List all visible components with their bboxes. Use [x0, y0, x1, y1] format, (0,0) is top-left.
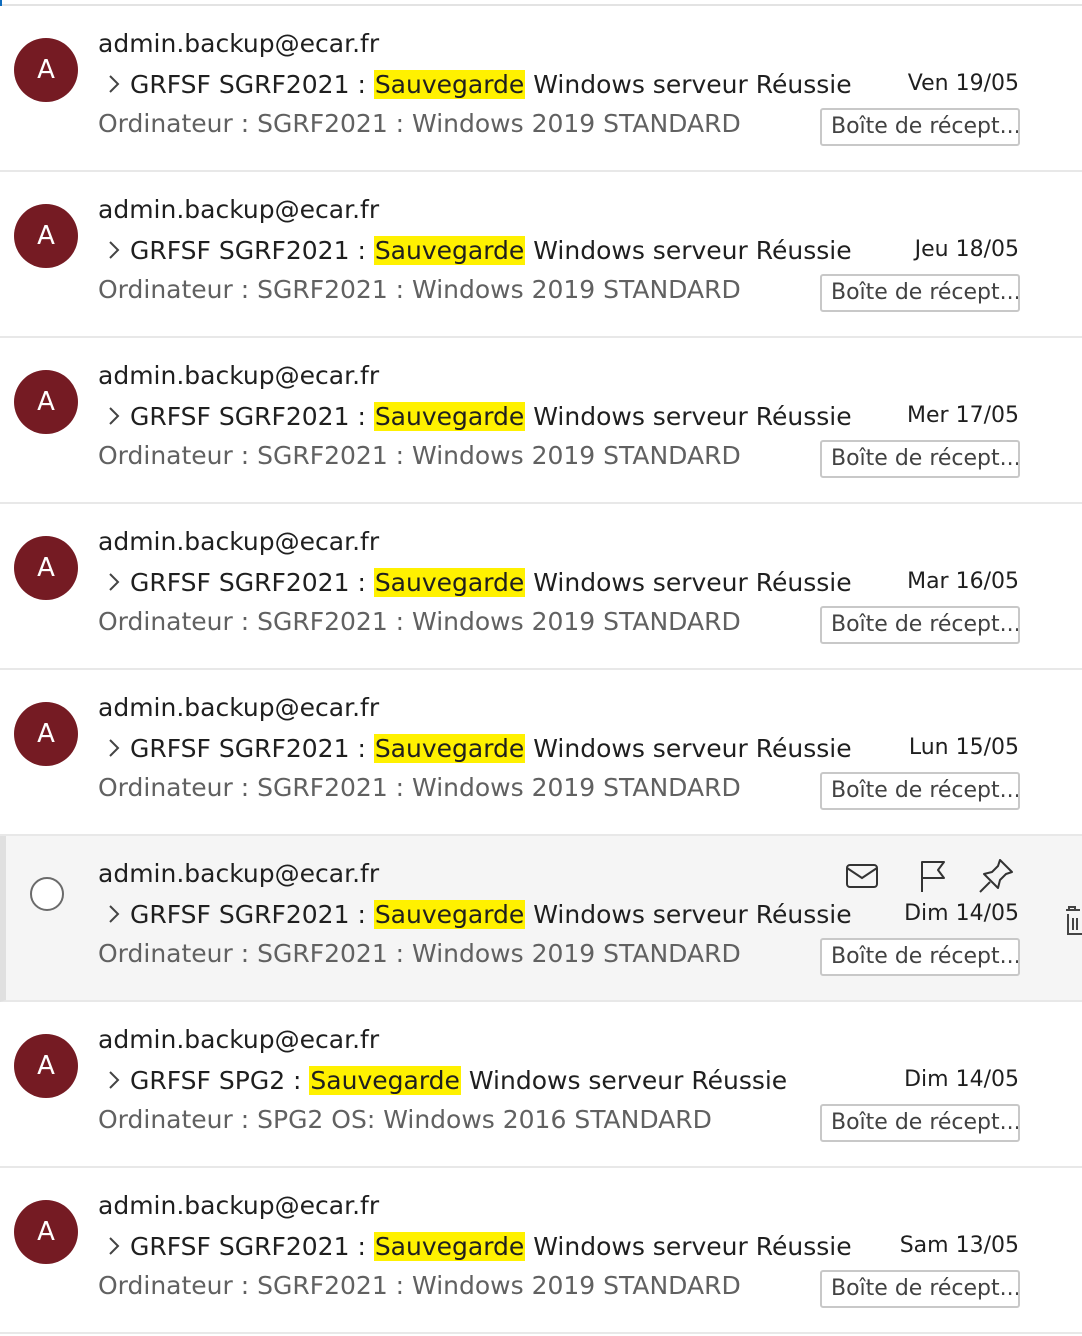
- subject-prefix: GRFSF SGRF2021 :: [130, 567, 374, 597]
- message-row[interactable]: A admin.backup@ecar.fr GRFSF SGRF2021 : …: [0, 172, 1082, 338]
- search-highlight: Sauvegarde: [373, 69, 526, 99]
- message-row[interactable]: A admin.backup@ecar.fr GRFSF SGRF2021 : …: [0, 1168, 1082, 1334]
- message-row[interactable]: A admin.backup@ecar.fr GRFSF SGRF2021 : …: [0, 670, 1082, 836]
- subject-suffix: Windows serveur Réussie: [525, 235, 852, 265]
- message-list: A admin.backup@ecar.fr GRFSF SGRF2021 : …: [0, 6, 1082, 1334]
- trash-icon[interactable]: [1060, 900, 1082, 940]
- folder-tag[interactable]: Boîte de récept...: [820, 1270, 1020, 1308]
- sender-name: admin.backup@ecar.fr: [98, 361, 380, 390]
- sender-avatar[interactable]: A: [14, 370, 78, 434]
- search-highlight: Sauvegarde: [373, 733, 526, 763]
- message-row[interactable]: A admin.backup@ecar.fr GRFSF SGRF2021 : …: [0, 338, 1082, 504]
- chevron-right-icon[interactable]: [104, 564, 124, 600]
- search-highlight: Sauvegarde: [373, 401, 526, 431]
- received-date: Lun 15/05: [908, 735, 1019, 760]
- folder-tag[interactable]: Boîte de récept...: [820, 1104, 1020, 1142]
- sender-avatar[interactable]: A: [14, 38, 78, 102]
- subject-line: GRFSF SGRF2021 : Sauvegarde Windows serv…: [104, 232, 852, 268]
- sender-name: admin.backup@ecar.fr: [98, 1025, 380, 1054]
- chevron-right-icon[interactable]: [104, 1062, 124, 1098]
- received-date: Dim 14/05: [904, 1067, 1019, 1092]
- message-row-hovered[interactable]: admin.backup@ecar.fr GRFSF SGRF2021 : Sa…: [0, 836, 1082, 1002]
- search-highlight: Sauvegarde: [373, 235, 526, 265]
- chevron-right-icon[interactable]: [104, 232, 124, 268]
- mail-icon[interactable]: [842, 856, 882, 896]
- message-preview: Ordinateur : SGRF2021 : Windows 2019 STA…: [98, 275, 741, 304]
- message-preview: Ordinateur : SGRF2021 : Windows 2019 STA…: [98, 109, 741, 138]
- received-date: Mer 17/05: [907, 403, 1019, 428]
- sender-avatar[interactable]: A: [14, 536, 78, 600]
- chevron-right-icon[interactable]: [104, 66, 124, 102]
- sender-name: admin.backup@ecar.fr: [98, 693, 380, 722]
- message-preview: Ordinateur : SGRF2021 : Windows 2019 STA…: [98, 1271, 741, 1300]
- message-preview: Ordinateur : SGRF2021 : Windows 2019 STA…: [98, 939, 741, 968]
- subject-line: GRFSF SGRF2021 : Sauvegarde Windows serv…: [104, 398, 852, 434]
- chevron-right-icon[interactable]: [104, 1228, 124, 1264]
- search-highlight: Sauvegarde: [373, 899, 526, 929]
- folder-tag[interactable]: Boîte de récept...: [820, 440, 1020, 478]
- select-checkbox[interactable]: [30, 877, 64, 911]
- sender-avatar[interactable]: A: [14, 1200, 78, 1264]
- received-date: Jeu 18/05: [914, 237, 1019, 262]
- subject-suffix: Windows serveur Réussie: [525, 69, 852, 99]
- folder-tag[interactable]: Boîte de récept...: [820, 606, 1020, 644]
- message-preview: Ordinateur : SGRF2021 : Windows 2019 STA…: [98, 607, 741, 636]
- chevron-right-icon[interactable]: [104, 896, 124, 932]
- folder-tag[interactable]: Boîte de récept...: [820, 938, 1020, 976]
- folder-tag[interactable]: Boîte de récept...: [820, 772, 1020, 810]
- subject-line: GRFSF SGRF2021 : Sauvegarde Windows serv…: [104, 564, 852, 600]
- sender-name: admin.backup@ecar.fr: [98, 195, 380, 224]
- hover-action-bar: [842, 856, 1022, 896]
- message-row[interactable]: A admin.backup@ecar.fr GRFSF SPG2 : Sauv…: [0, 1002, 1082, 1168]
- search-highlight: Sauvegarde: [309, 1065, 461, 1095]
- message-preview: Ordinateur : SGRF2021 : Windows 2019 STA…: [98, 441, 741, 470]
- sender-avatar[interactable]: A: [14, 204, 78, 268]
- subject-suffix: Windows serveur Réussie: [525, 899, 852, 929]
- subject-suffix: Windows serveur Réussie: [460, 1065, 788, 1095]
- sender-avatar[interactable]: A: [14, 702, 78, 766]
- sender-name: admin.backup@ecar.fr: [98, 29, 380, 58]
- received-date: Dim 14/05: [904, 901, 1019, 926]
- subject-prefix: GRFSF SGRF2021 :: [130, 401, 374, 431]
- search-highlight: Sauvegarde: [373, 1231, 526, 1261]
- subject-prefix: GRFSF SGRF2021 :: [130, 69, 374, 99]
- received-date: Ven 19/05: [907, 71, 1019, 96]
- subject-prefix: GRFSF SGRF2021 :: [130, 733, 374, 763]
- subject-line: GRFSF SGRF2021 : Sauvegarde Windows serv…: [104, 66, 852, 102]
- subject-prefix: GRFSF SGRF2021 :: [130, 899, 374, 929]
- subject-prefix: GRFSF SPG2 :: [130, 1065, 310, 1095]
- subject-prefix: GRFSF SGRF2021 :: [130, 235, 374, 265]
- message-row[interactable]: A admin.backup@ecar.fr GRFSF SGRF2021 : …: [0, 504, 1082, 670]
- message-row[interactable]: A admin.backup@ecar.fr GRFSF SGRF2021 : …: [0, 6, 1082, 172]
- subject-line: GRFSF SGRF2021 : Sauvegarde Windows serv…: [104, 1228, 852, 1264]
- flag-icon[interactable]: [912, 856, 952, 896]
- chevron-right-icon[interactable]: [104, 730, 124, 766]
- sender-name: admin.backup@ecar.fr: [98, 527, 380, 556]
- received-date: Mar 16/05: [907, 569, 1019, 594]
- subject-line: GRFSF SGRF2021 : Sauvegarde Windows serv…: [104, 730, 852, 766]
- chevron-right-icon[interactable]: [104, 398, 124, 434]
- pin-icon[interactable]: [976, 856, 1016, 896]
- subject-suffix: Windows serveur Réussie: [525, 733, 852, 763]
- search-highlight: Sauvegarde: [373, 567, 526, 597]
- message-preview: Ordinateur : SPG2 OS: Windows 2016 STAND…: [98, 1105, 712, 1134]
- received-date: Sam 13/05: [899, 1233, 1019, 1258]
- sender-name: admin.backup@ecar.fr: [98, 1191, 380, 1220]
- subject-suffix: Windows serveur Réussie: [525, 567, 852, 597]
- message-preview: Ordinateur : SGRF2021 : Windows 2019 STA…: [98, 773, 741, 802]
- subject-line: GRFSF SGRF2021 : Sauvegarde Windows serv…: [104, 896, 852, 932]
- subject-suffix: Windows serveur Réussie: [525, 1231, 852, 1261]
- subject-prefix: GRFSF SGRF2021 :: [130, 1231, 374, 1261]
- subject-suffix: Windows serveur Réussie: [525, 401, 852, 431]
- subject-line: GRFSF SPG2 : Sauvegarde Windows serveur …: [104, 1062, 787, 1098]
- sender-avatar[interactable]: A: [14, 1034, 78, 1098]
- folder-tag[interactable]: Boîte de récept...: [820, 108, 1020, 146]
- sender-name: admin.backup@ecar.fr: [98, 859, 380, 888]
- folder-tag[interactable]: Boîte de récept...: [820, 274, 1020, 312]
